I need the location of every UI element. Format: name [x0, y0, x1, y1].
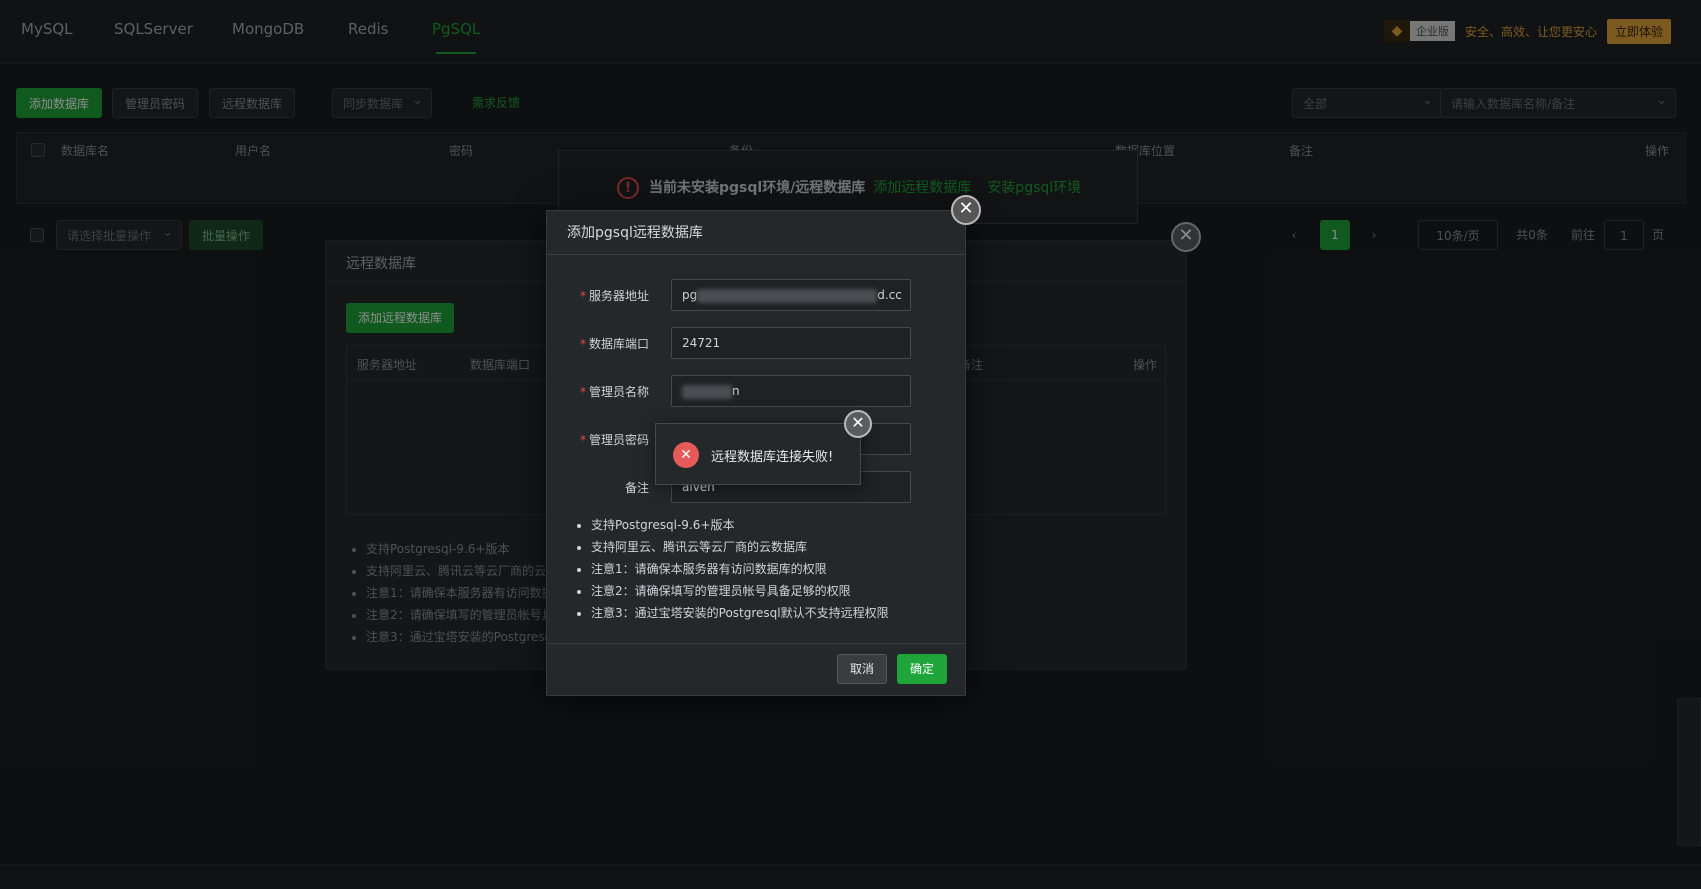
port-input[interactable]: 24721: [671, 327, 911, 359]
modal-notes: 支持Postgresql-9.6+版本 支持阿里云、腾讯云等云厂商的云数据库 注…: [591, 515, 889, 625]
field-label: * 数据库端口: [579, 337, 649, 351]
error-toast: ✕ 远程数据库连接失败!: [655, 423, 861, 485]
list-item: 注意3：通过宝塔安装的Postgresql默认不支持远程权限: [591, 603, 889, 625]
list-item: 支持Postgresql-9.6+版本: [591, 515, 889, 537]
port-row: * 数据库端口 24721: [547, 327, 965, 359]
field-label: * 服务器地址: [579, 289, 649, 303]
toast-message: 远程数据库连接失败!: [711, 450, 834, 465]
list-item: 注意1：请确保本服务器有访问数据库的权限: [591, 559, 889, 581]
modal-footer: 取消 确定: [547, 643, 965, 695]
close-modal-icon[interactable]: ✕: [951, 195, 981, 225]
error-icon: ✕: [673, 442, 699, 468]
server-row: * 服务器地址 pg d.cc: [547, 279, 965, 311]
server-address-input[interactable]: pg d.cc: [671, 279, 911, 311]
modal-title: 添加pgsql远程数据库: [547, 211, 965, 255]
admin-name-input[interactable]: n: [671, 375, 911, 407]
cancel-button[interactable]: 取消: [836, 654, 887, 684]
close-toast-icon[interactable]: ✕: [844, 410, 872, 438]
field-label: * 管理员密码: [579, 433, 649, 447]
admin-row: * 管理员名称 n: [547, 375, 965, 407]
field-label: * 管理员名称: [579, 385, 649, 399]
list-item: 注意2：请确保填写的管理员帐号具备足够的权限: [591, 581, 889, 603]
list-item: 支持阿里云、腾讯云等云厂商的云数据库: [591, 537, 889, 559]
confirm-button[interactable]: 确定: [896, 654, 947, 684]
field-label: 备注: [624, 481, 649, 495]
